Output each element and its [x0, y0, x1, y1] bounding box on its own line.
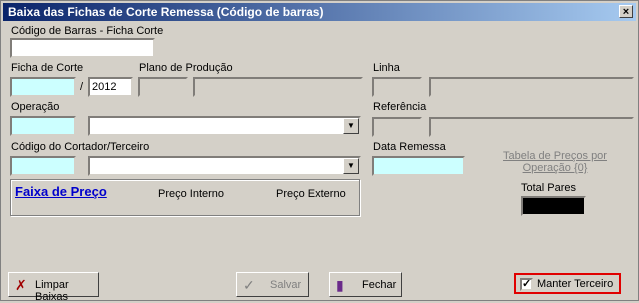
plano-producao-code: [138, 77, 188, 97]
cortador-input[interactable]: [10, 156, 76, 176]
preco-externo-label: Preço Externo: [276, 188, 346, 200]
data-remessa-input[interactable]: [372, 156, 465, 176]
operacao-input[interactable]: [10, 116, 76, 136]
linha-code: [372, 77, 422, 97]
operacao-label: Operação: [11, 101, 60, 113]
ficha-corte-label: Ficha de Corte: [11, 62, 84, 74]
plano-producao-desc: [193, 77, 363, 97]
total-pares-label: Total Pares: [521, 182, 577, 194]
cortador-label: Código do Cortador/Terceiro: [11, 141, 150, 153]
ficha-separator: /: [80, 81, 84, 93]
tabela-precos-link[interactable]: Tabela de Preços por Operação {0}: [497, 150, 613, 174]
salvar-button[interactable]: ✓ Salvar: [236, 272, 309, 297]
chevron-down-icon[interactable]: ▼: [343, 158, 359, 174]
total-pares-value: [521, 196, 586, 216]
manter-terceiro-checkbox[interactable]: ✓: [520, 278, 533, 291]
referencia-desc: [429, 117, 634, 137]
ficha-year-value: 2012: [92, 81, 117, 93]
linha-label: Linha: [373, 62, 400, 74]
check-icon: ✓: [243, 277, 255, 293]
title-bar: Baixa das Fichas de Corte Remessa (Códig…: [3, 3, 636, 21]
broom-icon: ✗: [15, 277, 27, 293]
manter-terceiro-label[interactable]: Manter Terceiro: [537, 278, 613, 290]
faixa-preco-group: Faixa de Preço Preço Interno Preço Exter…: [10, 179, 360, 216]
referencia-label: Referência: [373, 101, 427, 113]
cortador-select[interactable]: ▼: [88, 156, 361, 176]
chevron-down-icon[interactable]: ▼: [343, 118, 359, 134]
close-icon: ×: [622, 6, 630, 18]
manter-terceiro-highlight: ✓ Manter Terceiro: [514, 273, 621, 294]
door-exit-icon: ▮: [336, 277, 344, 293]
limpar-baixas-button[interactable]: ✗ Limpar Baixas: [8, 272, 99, 303]
codigo-barras-input[interactable]: [10, 38, 155, 58]
window-title: Baixa das Fichas de Corte Remessa (Códig…: [8, 5, 324, 19]
operacao-select[interactable]: ▼: [88, 116, 361, 136]
preco-interno-label: Preço Interno: [158, 188, 225, 200]
ficha-corte-input[interactable]: [10, 77, 76, 97]
referencia-code: [372, 117, 422, 137]
plano-producao-label: Plano de Produção: [139, 62, 233, 74]
faixa-preco-link[interactable]: Faixa de Preço: [15, 184, 107, 199]
fechar-button[interactable]: ▮ Fechar: [329, 272, 402, 297]
main-window: Baixa das Fichas de Corte Remessa (Códig…: [0, 0, 639, 303]
data-remessa-label: Data Remessa: [373, 141, 446, 153]
codigo-barras-label: Código de Barras - Ficha Corte: [11, 25, 164, 37]
ficha-year-input[interactable]: 2012: [88, 77, 133, 97]
linha-desc: [429, 77, 634, 97]
close-button[interactable]: ×: [619, 5, 633, 18]
